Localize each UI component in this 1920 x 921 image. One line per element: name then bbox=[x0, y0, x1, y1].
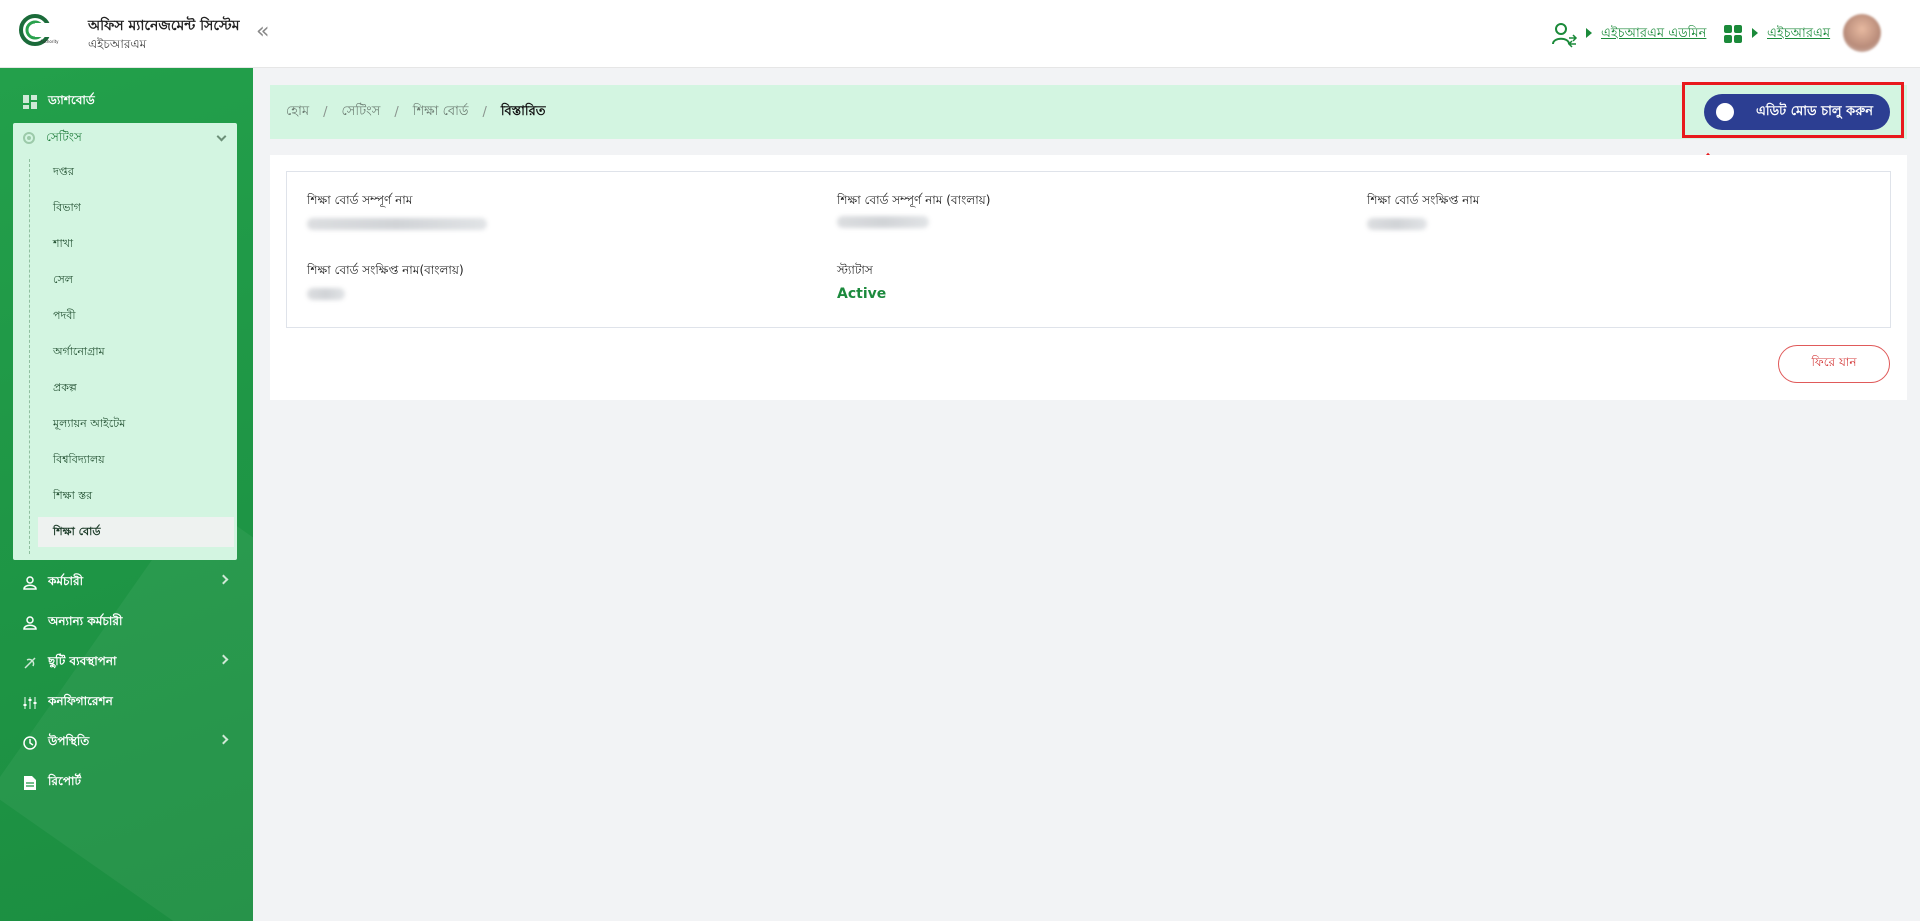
back-button[interactable]: ফিরে যান bbox=[1778, 345, 1890, 383]
details-panel: শিক্ষা বোর্ড সম্পূর্ণ নাম শিক্ষা বোর্ড স… bbox=[286, 171, 1891, 328]
sidebar-item-label: কনফিগারেশন bbox=[48, 694, 113, 708]
settings-menu-group: সেটিংস দপ্তর বিভাগ শাখা সেল পদবী অর্গানো… bbox=[13, 123, 237, 560]
sidebar-item-label: অন্যান্য কর্মচারী bbox=[48, 614, 123, 628]
configuration-icon bbox=[22, 695, 38, 711]
submenu-item-department[interactable]: বিভাগ bbox=[38, 193, 234, 223]
employee-icon bbox=[22, 575, 38, 591]
submenu-guide-line bbox=[29, 159, 30, 554]
sidebar-item-label: ড্যাশবোর্ড bbox=[48, 93, 95, 107]
details-card: শিক্ষা বোর্ড সম্পূর্ণ নাম শিক্ষা বোর্ড স… bbox=[270, 155, 1907, 400]
sidebar-item-other-employee[interactable]: অন্যান্য কর্মচারী bbox=[0, 603, 253, 643]
top-header: Authority অফিস ম্যানেজমেন্ট সিস্টেম এইচআ… bbox=[0, 0, 1920, 68]
collapse-sidebar-button[interactable]: « bbox=[256, 20, 269, 44]
caret-right-icon bbox=[1752, 28, 1758, 38]
submenu-item-university[interactable]: বিশ্ববিদ্যালয় bbox=[38, 445, 234, 475]
full-name-value-redacted bbox=[307, 218, 487, 230]
svg-text:Authority: Authority bbox=[40, 39, 59, 44]
sidebar-item-label: সেটিংস bbox=[46, 130, 82, 144]
breadcrumb-separator: / bbox=[482, 105, 487, 120]
breadcrumb-settings[interactable]: সেটিংস bbox=[341, 102, 380, 123]
full-name-label: শিক্ষা বোর্ড সম্পূর্ণ নাম bbox=[307, 193, 413, 207]
chevron-down-icon bbox=[216, 131, 227, 142]
authority-logo-icon: Authority bbox=[19, 14, 59, 46]
submenu-item-cell[interactable]: সেল bbox=[38, 265, 234, 295]
status-label: স্ট্যাটাস bbox=[837, 263, 873, 277]
breadcrumb: হোম / সেটিংস / শিক্ষা বোর্ড / বিস্তারিত bbox=[286, 102, 546, 123]
caret-right-icon bbox=[1586, 28, 1592, 38]
app-title: অফিস ম্যানেজমেন্ট সিস্টেম bbox=[88, 18, 240, 34]
short-name-label: শিক্ষা বোর্ড সংক্ষিপ্ত নাম bbox=[1367, 193, 1480, 207]
breadcrumb-bar: হোম / সেটিংস / শিক্ষা বোর্ড / বিস্তারিত bbox=[270, 85, 1907, 139]
submenu-item-designation[interactable]: পদবী bbox=[38, 301, 234, 331]
other-employee-icon bbox=[22, 615, 38, 631]
role-switch-icon[interactable] bbox=[1550, 20, 1578, 48]
gear-icon bbox=[22, 131, 38, 147]
report-icon bbox=[22, 775, 38, 791]
submenu-item-education-level[interactable]: শিক্ষা স্তর bbox=[38, 481, 234, 511]
chevron-right-icon bbox=[218, 654, 229, 665]
edit-mode-toggle-button[interactable]: এডিট মোড চালু করুন bbox=[1704, 94, 1890, 130]
chevron-right-icon bbox=[218, 734, 229, 745]
sidebar-item-label: উপস্থিতি bbox=[48, 734, 90, 748]
sidebar-item-settings[interactable]: সেটিংস bbox=[13, 123, 237, 155]
clock-icon bbox=[22, 735, 38, 751]
submenu-item-organogram[interactable]: অর্গানোগ্রাম bbox=[38, 337, 234, 367]
edit-mode-label: এডিট মোড চালু করুন bbox=[1756, 103, 1873, 119]
app-subtitle: এইচআরএম bbox=[88, 37, 147, 51]
dashboard-icon bbox=[22, 94, 38, 110]
short-name-bn-label: শিক্ষা বোর্ড সংক্ষিপ্ত নাম(বাংলায়) bbox=[307, 263, 464, 277]
submenu-item-education-board[interactable]: শিক্ষা বোর্ড bbox=[38, 517, 234, 547]
chevron-right-icon bbox=[218, 574, 229, 585]
user-avatar[interactable] bbox=[1843, 14, 1881, 52]
submenu-item-project[interactable]: প্রকল্প bbox=[38, 373, 234, 403]
submenu-item-branch[interactable]: শাখা bbox=[38, 229, 234, 259]
submenu-item-office[interactable]: দপ্তর bbox=[38, 157, 234, 187]
breadcrumb-home[interactable]: হোম bbox=[286, 102, 309, 123]
sidebar-item-configuration[interactable]: কনফিগারেশন bbox=[0, 683, 253, 723]
sidebar: ড্যাশবোর্ড সেটিংস দপ্তর বিভাগ শাখা সেল প… bbox=[0, 68, 253, 921]
sidebar-item-label: ছুটি ব্যবস্থাপনা bbox=[48, 654, 117, 668]
short-name-value-redacted bbox=[1367, 218, 1427, 230]
breadcrumb-separator: / bbox=[394, 105, 399, 120]
apps-grid-icon[interactable] bbox=[1724, 25, 1742, 43]
status-value: Active bbox=[837, 286, 887, 302]
full-name-bn-label: শিক্ষা বোর্ড সম্পূর্ণ নাম (বাংলায়) bbox=[837, 193, 991, 207]
leave-icon bbox=[22, 655, 38, 671]
submenu-item-evaluation-item[interactable]: মূল্যায়ন আইটেম bbox=[38, 409, 234, 439]
sidebar-item-leave-management[interactable]: ছুটি ব্যবস্থাপনা bbox=[0, 643, 253, 683]
sidebar-item-label: রিপোর্ট bbox=[48, 774, 82, 788]
breadcrumb-separator: / bbox=[323, 105, 328, 120]
full-name-bn-value-redacted bbox=[837, 216, 929, 228]
sidebar-item-attendance[interactable]: উপস্থিতি bbox=[0, 723, 253, 763]
breadcrumb-education-board[interactable]: শিক্ষা বোর্ড bbox=[413, 102, 469, 123]
sidebar-item-report[interactable]: রিপোর্ট bbox=[0, 763, 253, 803]
role-link[interactable]: এইচআরএম এডমিন bbox=[1601, 24, 1706, 45]
toggle-knob bbox=[1716, 103, 1734, 121]
short-name-bn-value-redacted bbox=[307, 288, 345, 300]
module-link[interactable]: এইচআরএম bbox=[1767, 24, 1830, 45]
sidebar-item-dashboard[interactable]: ড্যাশবোর্ড bbox=[0, 82, 253, 122]
breadcrumb-current: বিস্তারিত bbox=[500, 104, 546, 119]
sidebar-item-employee[interactable]: কর্মচারী bbox=[0, 563, 253, 603]
sidebar-item-label: কর্মচারী bbox=[48, 574, 84, 588]
